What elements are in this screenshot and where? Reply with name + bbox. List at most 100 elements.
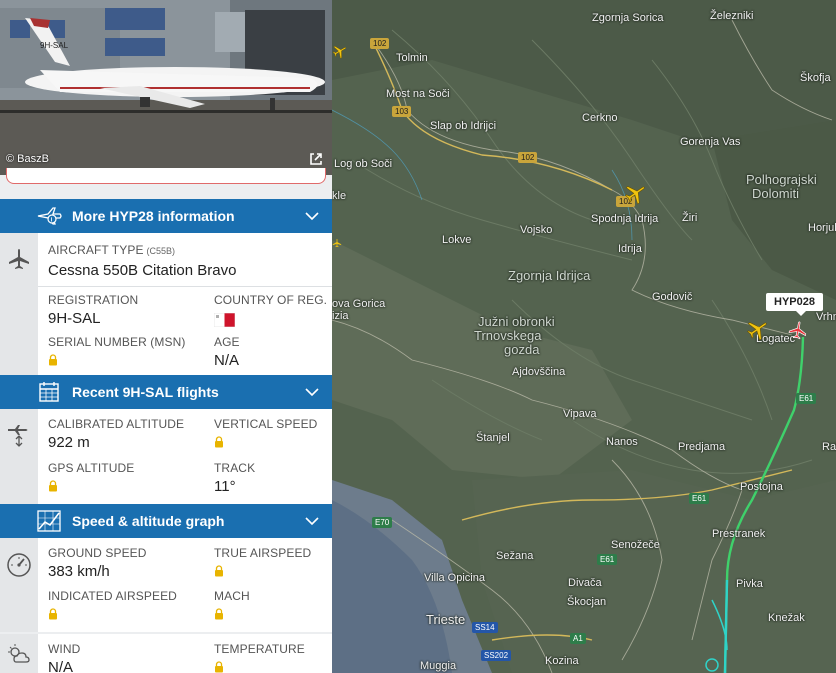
chevron-down-icon[interactable] (304, 384, 320, 400)
other-aircraft-icon[interactable] (624, 181, 648, 205)
country-label: COUNTRY OF REG. (214, 293, 328, 307)
map-place: Gorenja Vas (680, 136, 741, 148)
road-label: 103 (392, 106, 412, 117)
age-value: N/A (214, 352, 240, 369)
calibrated-altitude-value: 922 m (48, 434, 90, 451)
map-place: Škocjan (567, 596, 607, 608)
map-place: Polhograjski (746, 172, 817, 187)
indicated-airspeed-label: INDICATED AIRSPEED (48, 589, 177, 603)
map-place: Štanjel (476, 432, 510, 444)
mach-label: MACH (214, 589, 250, 603)
temperature-label: TEMPERATURE (214, 642, 305, 656)
ground-speed-value: 383 km/h (48, 563, 110, 580)
calibrated-altitude-label: CALIBRATED ALTITUDE (48, 417, 185, 431)
wind-label: WIND (48, 642, 81, 656)
app-root: 9H-SAL © BaszB i More HYP28 information … (0, 0, 836, 673)
map-place: Tolmin (396, 52, 428, 64)
map-place: Nanos (606, 436, 638, 448)
altitude-block: CALIBRATED ALTITUDE 922 m VERTICAL SPEED… (0, 409, 332, 504)
plane-info-icon: i (36, 205, 62, 227)
aircraft-type-code: (C55B) (146, 246, 176, 256)
map-place: Spodnja Idrija (591, 213, 659, 225)
registration-label: REGISTRATION (48, 293, 139, 307)
map-place: Vipava (563, 408, 597, 420)
road-label: E61 (796, 393, 817, 404)
speed-block: GROUND SPEED 383 km/h TRUE AIRSPEED INDI… (0, 538, 332, 632)
flight-map[interactable]: Zgornja Sorica Železniki Tolmin Škofja M… (332, 0, 836, 673)
map-place: Lokve (442, 234, 472, 246)
ground-speed-label: GROUND SPEED (48, 546, 147, 560)
malta-flag-icon (213, 312, 327, 332)
photo-card-edge (6, 168, 326, 184)
chevron-down-icon[interactable] (304, 513, 320, 529)
map-place: Pivka (736, 578, 763, 590)
recent-flights-title: Recent 9H-SAL flights (72, 384, 219, 400)
track-value: 11° (214, 478, 236, 495)
road-label: E61 (689, 493, 710, 504)
lock-icon[interactable] (48, 479, 58, 497)
map-place: Postojna (740, 481, 783, 493)
graph-icon (36, 510, 62, 532)
lock-icon[interactable] (48, 353, 58, 371)
lock-icon[interactable] (214, 564, 224, 582)
map-place: Prestranek (712, 528, 766, 540)
photo-credit: © BaszB (6, 153, 49, 165)
speed-graph-title: Speed & altitude graph (72, 513, 225, 529)
map-place: ova Gorica (332, 298, 386, 310)
map-place: Železniki (710, 10, 754, 22)
weather-block: WIND N/A TEMPERATURE (0, 634, 332, 673)
aircraft-photo-image: 9H-SAL (0, 0, 332, 175)
external-link-icon[interactable] (308, 151, 324, 167)
other-aircraft-icon[interactable] (332, 40, 348, 62)
map-place: kle (332, 190, 347, 202)
map-place: Zgornja Idrijca (508, 268, 591, 283)
wind-value: N/A (48, 659, 74, 673)
speed-graph-header[interactable]: Speed & altitude graph (0, 504, 332, 538)
more-info-header[interactable]: i More HYP28 information (0, 199, 332, 233)
map-place: Knežak (768, 612, 805, 624)
flight-callout[interactable]: HYP028 (766, 293, 823, 316)
aircraft-type-value: Cessna 550B Citation Bravo (48, 262, 237, 279)
aircraft-side (0, 233, 38, 375)
track-label: TRACK (214, 461, 256, 475)
chevron-down-icon[interactable] (304, 208, 320, 224)
lock-icon[interactable] (214, 435, 224, 453)
lock-icon[interactable] (214, 607, 224, 625)
road-label: 102 (518, 152, 538, 163)
map-place: Senožeče (611, 539, 660, 551)
aircraft-type-label: AIRCRAFT TYPE (48, 243, 144, 257)
registration-value: 9H-SAL (48, 310, 101, 327)
map-place: Vojsko (520, 224, 553, 236)
map-place: Godovič (652, 291, 693, 303)
other-aircraft-icon[interactable] (746, 317, 770, 341)
map-place: Cerkno (582, 112, 618, 124)
aircraft-details-block: AIRCRAFT TYPE (C55B) Cessna 550B Citation… (0, 233, 332, 375)
divider (38, 286, 332, 287)
true-airspeed-label: TRUE AIRSPEED (214, 546, 312, 560)
road-label: E70 (372, 517, 393, 528)
gps-altitude-label: GPS ALTITUDE (48, 461, 135, 475)
map-place: Sežana (496, 550, 534, 562)
other-aircraft-icon[interactable] (332, 236, 342, 250)
aircraft-photo[interactable]: 9H-SAL © BaszB (0, 0, 332, 175)
airplane-icon (9, 249, 29, 269)
weather-side (0, 634, 38, 673)
selected-aircraft-icon[interactable] (788, 320, 808, 340)
road-label: 102 (370, 38, 390, 49)
map-place: Trnovskega (474, 328, 542, 343)
map-place: Škofja (800, 72, 831, 84)
speedometer-icon (7, 553, 31, 577)
road-label: E61 (597, 554, 618, 565)
map-place: Muggia (420, 660, 457, 672)
speed-side (0, 538, 38, 632)
serial-label: SERIAL NUMBER (MSN) (48, 335, 186, 349)
map-place: Dolomiti (752, 186, 799, 201)
map-place: Most na Soči (386, 88, 450, 100)
lock-icon[interactable] (48, 607, 58, 625)
map-place: Villa Opicina (424, 572, 485, 584)
recent-flights-header[interactable]: Recent 9H-SAL flights (0, 375, 332, 409)
map-place: Predjama (678, 441, 726, 453)
map-place: izia (332, 310, 349, 322)
lock-icon[interactable] (214, 660, 224, 673)
map-place: Rak (822, 441, 836, 453)
